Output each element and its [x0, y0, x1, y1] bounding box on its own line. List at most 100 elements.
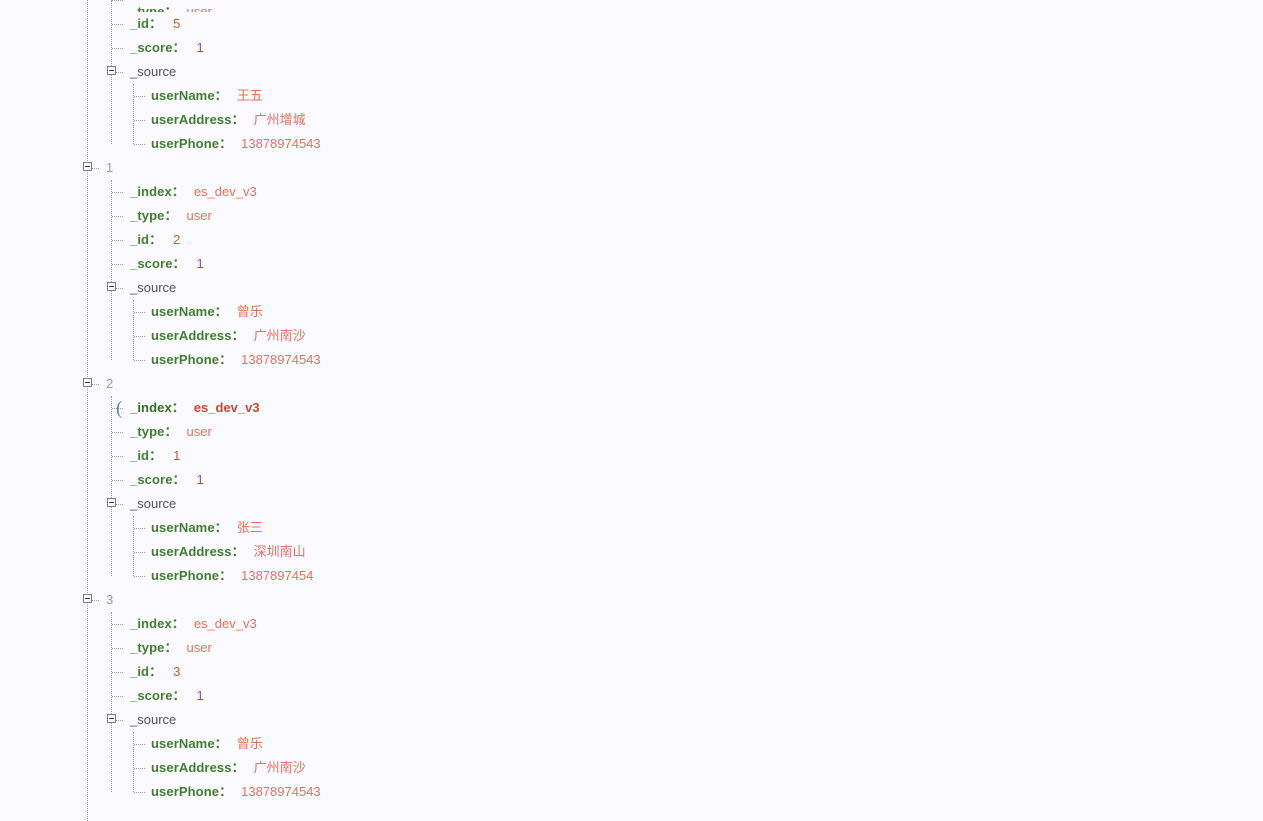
tree-row[interactable]: userAddress： 深圳南山	[0, 540, 1263, 564]
key-value-separator: ：	[149, 16, 163, 31]
field-value-label: 1	[196, 40, 204, 55]
tree-row[interactable]: _score： 1	[0, 684, 1263, 708]
tree-row-content: _score： 1	[130, 684, 204, 708]
array-index-label: 2	[106, 376, 114, 391]
key-value-separator: ：	[172, 688, 186, 703]
key-value-separator: ：	[171, 184, 185, 199]
tree-row-content: _index： es_dev_v3	[130, 396, 260, 420]
tree-row[interactable]: _source	[0, 60, 1263, 84]
field-key-label: _type	[130, 640, 165, 655]
tree-row[interactable]: ( _index： es_dev_v3	[0, 396, 1263, 420]
field-value-label: user	[186, 208, 212, 223]
tree-row[interactable]: userAddress： 广州南沙	[0, 756, 1263, 780]
tree-elbow-connector	[112, 264, 123, 265]
field-value-label: 曾乐	[236, 736, 263, 751]
tree-row[interactable]: 3	[0, 588, 1263, 612]
minus-box-icon-node[interactable]	[83, 378, 92, 387]
tree-row-content: userAddress： 广州增城	[151, 108, 306, 132]
tree-row[interactable]: _id： 1	[0, 444, 1263, 468]
field-value-label: 2	[173, 232, 181, 247]
tree-row[interactable]: 1	[0, 156, 1263, 180]
tree-row[interactable]: _score： 1	[0, 36, 1263, 60]
field-value-label: 王五	[236, 88, 263, 103]
tree-row[interactable]: _type： user	[0, 636, 1263, 660]
field-value-label: 曾乐	[236, 304, 263, 319]
key-value-separator: ：	[231, 112, 245, 127]
minus-box-icon-node[interactable]	[83, 162, 92, 171]
field-value-label: 3	[173, 664, 181, 679]
tree-elbow-connector	[134, 768, 145, 769]
key-value-separator: ：	[219, 136, 233, 151]
tree-row-content: 1	[106, 156, 113, 180]
tree-row[interactable]: userPhone： 13878974543	[0, 780, 1263, 804]
field-value-label: 13878974543	[241, 352, 321, 367]
tree-row[interactable]: _index： es_dev_v3	[0, 180, 1263, 204]
tree-row[interactable]: userAddress： 广州增城	[0, 108, 1263, 132]
tree-row[interactable]: _source	[0, 708, 1263, 732]
field-value-label: 13878974543	[241, 136, 321, 151]
tree-elbow-connector	[112, 696, 123, 697]
minus-box-icon-node[interactable]	[83, 594, 92, 603]
tree-row-content: _score： 1	[130, 252, 204, 276]
field-key-label: userName	[151, 88, 215, 103]
key-value-separator: ：	[214, 304, 228, 319]
tree-row-content: _id： 1	[130, 444, 180, 468]
field-key-label: _score	[130, 688, 173, 703]
field-key-label: userPhone	[151, 784, 220, 799]
key-value-separator: ：	[219, 784, 233, 799]
tree-elbow-connector	[134, 552, 145, 553]
tree-row[interactable]: _score： 1	[0, 252, 1263, 276]
key-value-separator: ：	[231, 760, 245, 775]
object-key-label: _source	[130, 496, 177, 511]
tree-row[interactable]: userName： 曾乐	[0, 300, 1263, 324]
tree-row-content: userAddress： 广州南沙	[151, 324, 306, 348]
tree-row[interactable]: _type： user	[0, 204, 1263, 228]
minus-box-icon-source[interactable]	[107, 66, 116, 75]
tree-row[interactable]: userPhone： 13878974543	[0, 132, 1263, 156]
tree-row[interactable]: _type： user	[0, 0, 1263, 12]
tree-row[interactable]: _source	[0, 276, 1263, 300]
tree-row[interactable]: _id： 2	[0, 228, 1263, 252]
tree-row-content: _source	[130, 276, 176, 300]
key-value-separator: ：	[214, 88, 228, 103]
tree-row[interactable]: _index： es_dev_v3	[0, 612, 1263, 636]
key-value-separator: ：	[164, 4, 178, 12]
key-value-separator: ：	[164, 640, 178, 655]
field-value-label: es_dev_v3	[193, 400, 260, 415]
tree-elbow-connector	[134, 792, 145, 793]
tree-row[interactable]: _id： 3	[0, 660, 1263, 684]
tree-row[interactable]: userPhone： 13878974543	[0, 348, 1263, 372]
field-value-label: 广州南沙	[253, 760, 306, 775]
field-key-label: _type	[130, 4, 165, 12]
tree-row[interactable]: userName： 张三	[0, 516, 1263, 540]
tree-row-content: userAddress： 广州南沙	[151, 756, 306, 780]
tree-row[interactable]: userPhone： 1387897454	[0, 564, 1263, 588]
tree-row-content: userName： 王五	[151, 84, 263, 108]
tree-elbow-connector	[112, 192, 123, 193]
minus-box-icon-source[interactable]	[107, 714, 116, 723]
text-caret-icon: (	[116, 398, 123, 419]
tree-row[interactable]: 2	[0, 372, 1263, 396]
key-value-separator: ：	[149, 448, 163, 463]
tree-elbow-connector	[134, 744, 145, 745]
tree-row[interactable]: _type： user	[0, 420, 1263, 444]
tree-row[interactable]: userAddress： 广州南沙	[0, 324, 1263, 348]
field-key-label: userAddress	[151, 328, 232, 343]
tree-row[interactable]: userName： 曾乐	[0, 732, 1263, 756]
tree-elbow-connector	[134, 360, 145, 361]
tree-row[interactable]: _source	[0, 492, 1263, 516]
tree-row[interactable]: _id： 5	[0, 12, 1263, 36]
field-key-label: _index	[130, 616, 172, 631]
array-index-label: 3	[106, 592, 114, 607]
minus-box-icon-source[interactable]	[107, 498, 116, 507]
field-key-label: userName	[151, 736, 215, 751]
minus-box-icon-source[interactable]	[107, 282, 116, 291]
field-key-label: _score	[130, 256, 173, 271]
field-key-label: _index	[130, 400, 172, 415]
tree-row-content: _type： user	[130, 420, 212, 444]
field-key-label: userName	[151, 520, 215, 535]
tree-row-content: _type： user	[130, 0, 212, 12]
tree-row[interactable]: _score： 1	[0, 468, 1263, 492]
tree-elbow-connector	[112, 456, 123, 457]
tree-row[interactable]: userName： 王五	[0, 84, 1263, 108]
